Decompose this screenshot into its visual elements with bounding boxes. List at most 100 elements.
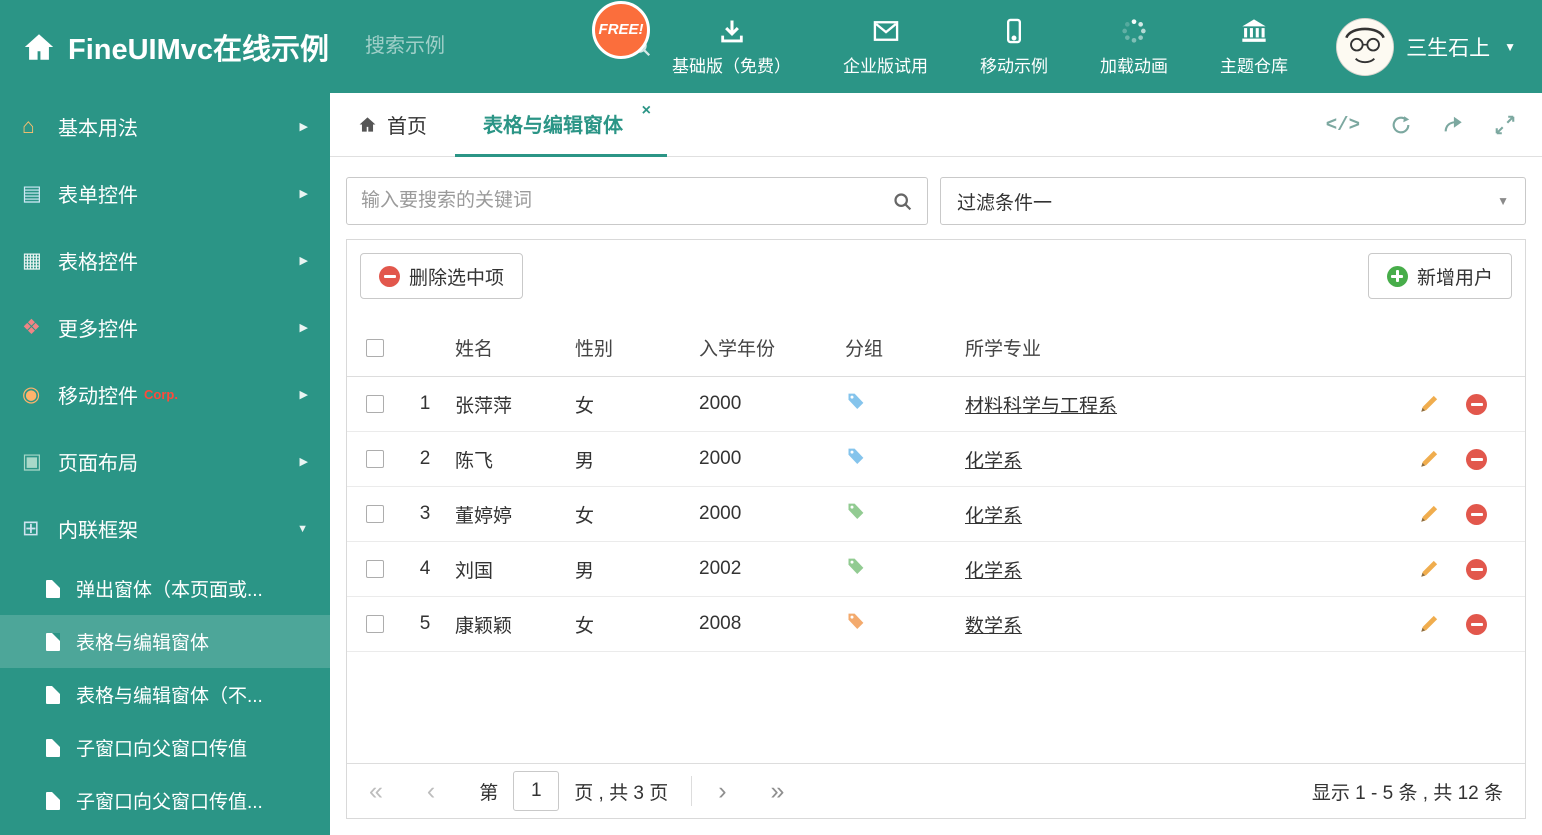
column-header-year: 入学年份 [699, 339, 776, 360]
sidebar-item-label: 页面布局 [58, 453, 138, 475]
code-icon[interactable]: </> [1326, 114, 1360, 136]
sidebar-item-label: 内联框架 [58, 520, 138, 542]
sidebar-subitem-grid-edit-window[interactable]: 表格与编辑窗体 [0, 615, 330, 668]
sidebar-item-mobile-controls[interactable]: ◉ 移动控件 Corp. ▶ [0, 361, 330, 428]
column-header-group: 分组 [845, 339, 884, 360]
nav-enterprise-trial[interactable]: 企业版试用 [843, 17, 928, 77]
chevron-right-icon: ▶ [299, 322, 308, 334]
refresh-icon[interactable] [1390, 114, 1412, 136]
chevron-down-icon: ▼ [297, 522, 308, 535]
search-icon[interactable] [892, 191, 913, 212]
frame-toolbar: </> [1326, 93, 1542, 156]
keyword-search [346, 177, 928, 225]
delete-icon[interactable] [1466, 448, 1487, 470]
sidebar-item-iframe[interactable]: ⊞ 内联框架 ▼ [0, 495, 330, 562]
grid-panel: 删除选中项 新增用户 姓名 性别 入学年份 分组 所学专业 1 张萍萍 女 20… [346, 239, 1526, 819]
file-icon [46, 685, 60, 704]
row-checkbox[interactable] [366, 505, 384, 523]
delete-icon[interactable] [1466, 393, 1487, 415]
edit-icon[interactable] [1417, 503, 1440, 526]
sidebar-subitem-child-to-parent-2[interactable]: 子窗口向父窗口传值... [0, 774, 330, 827]
avatar [1336, 17, 1395, 76]
nav-label: 基础版（免费） [672, 56, 792, 76]
nav-theme-repo[interactable]: 主题仓库 [1220, 17, 1288, 77]
page-content: 过滤条件一 ▼ 删除选中项 新增用户 [330, 157, 1542, 835]
keyword-search-input[interactable] [361, 190, 892, 212]
sidebar-item-page-layout[interactable]: ▣ 页面布局 ▶ [0, 428, 330, 495]
tab-grid-edit-window[interactable]: 表格与编辑窗体 × [455, 93, 667, 157]
filter-row: 过滤条件一 ▼ [346, 177, 1526, 225]
major-link[interactable]: 化学系 [965, 451, 1022, 472]
nav-loading-animation[interactable]: 加载动画 [1100, 17, 1168, 77]
sidebar-subitem-label: 表格与编辑窗体（不... [76, 686, 263, 707]
envelope-icon [873, 20, 898, 41]
row-checkbox[interactable] [366, 615, 384, 633]
sidebar-subitem-label: 子窗口向父窗口传值... [76, 792, 263, 813]
edit-icon[interactable] [1417, 393, 1440, 416]
tag-icon [845, 501, 866, 522]
pager-prev-button[interactable]: ‹ [427, 778, 435, 804]
nav-mobile-demo[interactable]: 移动示例 [980, 17, 1048, 77]
sidebar-item-label: 移动控件 [58, 386, 138, 408]
table-icon: ▦ [22, 249, 42, 272]
nav-label: 企业版试用 [843, 56, 929, 76]
select-all-checkbox[interactable] [366, 338, 384, 357]
pager-last-button[interactable]: » [771, 778, 785, 804]
cell-gender: 女 [575, 395, 595, 417]
row-checkbox[interactable] [366, 395, 384, 413]
table-row: 3 董婷婷 女 2000 化学系 [347, 487, 1525, 542]
add-user-button[interactable]: 新增用户 [1367, 253, 1512, 299]
expand-icon[interactable] [1494, 114, 1516, 136]
signal-icon: ◉ [22, 383, 41, 406]
page-number-input[interactable] [513, 771, 560, 811]
row-index: 2 [419, 448, 431, 469]
sidebar-nav: ⌂ 基本用法 ▶ ▤ 表单控件 ▶ ▦ 表格控件 ▶ ❖ 更多控件 ▶ ◉ 移动… [0, 93, 330, 835]
delete-icon[interactable] [1466, 558, 1487, 580]
table-row: 4 刘国 男 2002 化学系 [347, 542, 1525, 597]
sidebar-item-grid-controls[interactable]: ▦ 表格控件 ▶ [0, 227, 330, 294]
major-link[interactable]: 化学系 [965, 506, 1022, 527]
home-icon[interactable] [22, 30, 56, 64]
edit-icon[interactable] [1417, 448, 1440, 471]
sidebar-item-basic-usage[interactable]: ⌂ 基本用法 ▶ [0, 93, 330, 160]
sidebar-item-more-controls[interactable]: ❖ 更多控件 ▶ [0, 294, 330, 361]
row-checkbox[interactable] [366, 450, 384, 468]
table-row: 5 康颖颖 女 2008 数学系 [347, 597, 1525, 652]
delete-icon[interactable] [1466, 613, 1487, 635]
sidebar-item-form-controls[interactable]: ▤ 表单控件 ▶ [0, 160, 330, 227]
major-link[interactable]: 材料科学与工程系 [965, 396, 1117, 417]
pager-next-button[interactable]: › [718, 778, 726, 804]
sidebar-subitem-grid-edit-window-2[interactable]: 表格与编辑窗体（不... [0, 668, 330, 721]
table-row: 2 陈飞 男 2000 化学系 [347, 432, 1525, 487]
sidebar-subitem-label: 弹出窗体（本页面或... [76, 580, 263, 601]
filter-dropdown[interactable]: 过滤条件一 ▼ [940, 177, 1526, 225]
tab-home[interactable]: 首页 [330, 93, 455, 156]
bank-icon [1242, 18, 1266, 42]
chevron-right-icon: ▶ [299, 188, 308, 200]
header-search-input[interactable] [365, 35, 631, 58]
top-header: FineUIMvc在线示例 FREE! 基础版（免费） 企业版试用 移动示例 [0, 0, 1542, 93]
mobile-icon [1007, 18, 1022, 43]
sidebar-subitem-child-to-parent[interactable]: 子窗口向父窗口传值 [0, 721, 330, 774]
major-link[interactable]: 数学系 [965, 616, 1022, 637]
spinner-icon [1122, 18, 1146, 43]
main-area: 首页 表格与编辑窗体 × </> 过滤条件一 ▼ [330, 93, 1542, 835]
record-summary: 显示 1 - 5 条 , 共 12 条 [1311, 782, 1503, 804]
sidebar-item-label: 表单控件 [58, 185, 138, 207]
delete-icon[interactable] [1466, 503, 1487, 525]
edit-icon[interactable] [1417, 613, 1440, 636]
forward-icon[interactable] [1442, 114, 1464, 136]
row-index: 5 [419, 613, 431, 634]
cell-name: 刘国 [455, 560, 494, 582]
delete-selected-button[interactable]: 删除选中项 [360, 253, 524, 299]
pager-first-button[interactable]: « [369, 778, 383, 804]
page-label-prefix: 第 [479, 782, 499, 804]
row-checkbox[interactable] [366, 560, 384, 578]
edit-icon[interactable] [1417, 558, 1440, 581]
tab-bar: 首页 表格与编辑窗体 × </> [330, 93, 1542, 157]
major-link[interactable]: 化学系 [965, 561, 1022, 582]
sidebar-subitem-popup-window[interactable]: 弹出窗体（本页面或... [0, 562, 330, 615]
close-icon[interactable]: × [642, 102, 651, 120]
nav-basic-edition[interactable]: FREE! 基础版（免费） [592, 0, 792, 77]
user-menu[interactable]: 三生石上 ▼ [1336, 17, 1516, 76]
